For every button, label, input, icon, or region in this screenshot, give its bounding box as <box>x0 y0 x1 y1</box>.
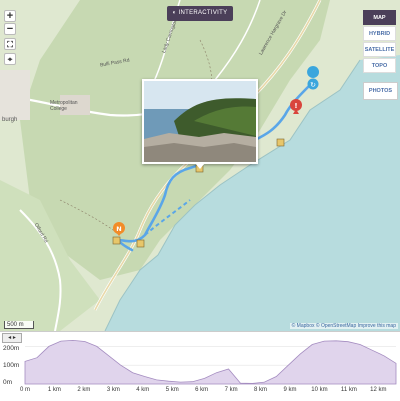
photo-popup[interactable] <box>142 79 258 164</box>
elevation-x-label: 2 km <box>77 387 91 393</box>
mapbox-link[interactable]: © Mapbox <box>292 323 315 329</box>
osm-link[interactable]: © OpenStreetMap <box>316 323 356 329</box>
interactivity-button[interactable]: ◐ INTERACTIVITY <box>167 6 233 21</box>
zoom-out-button[interactable]: − <box>4 23 16 35</box>
elevation-x-label: 0 m <box>19 387 31 393</box>
elevation-x-label: 4 km <box>136 387 150 393</box>
elevation-x-label: 7 km <box>224 387 238 393</box>
layer-map-button[interactable]: MAP <box>363 10 396 25</box>
fullscreen-icon[interactable]: ⛶ <box>4 38 16 50</box>
elevation-x-label: 5 km <box>165 387 179 393</box>
layer-switcher: MAP HYBRID SATELLITE TOPO <box>363 10 396 74</box>
elevation-x-label: 1 km <box>47 387 61 393</box>
improve-map-link[interactable]: Improve this map <box>358 323 396 329</box>
elevation-area <box>24 339 397 385</box>
map-canvas[interactable]: burgh Metropolitan College Lawrence Harg… <box>0 0 400 331</box>
zoom-in-button[interactable]: + <box>4 10 16 22</box>
photo-pointer <box>195 163 205 169</box>
layer-topo-button[interactable]: TOPO <box>363 58 396 73</box>
layer-hybrid-button[interactable]: HYBRID <box>363 26 396 41</box>
elevation-x-label: 10 km <box>311 387 328 393</box>
layer-satellite-button[interactable]: SATELLITE <box>363 42 396 57</box>
location-icon[interactable]: ⌖ <box>4 53 16 65</box>
attribution: © Mapbox © OpenStreetMap Improve this ma… <box>289 323 398 329</box>
elevation-x-label: 6 km <box>195 387 209 393</box>
coast-photo <box>144 81 256 162</box>
elevation-x-label: 3 km <box>106 387 120 393</box>
elevation-x-label: 11 km <box>340 387 357 393</box>
college-label: Metropolitan College <box>50 100 78 112</box>
elevation-x-label: 8 km <box>254 387 268 393</box>
photos-button[interactable]: PHOTOS <box>363 82 398 100</box>
suburb-label: burgh <box>2 117 18 123</box>
elevation-x-label: 9 km <box>283 387 297 393</box>
scale-bar: 500 m <box>4 321 34 329</box>
elevation-x-label: 12 km <box>370 387 387 393</box>
